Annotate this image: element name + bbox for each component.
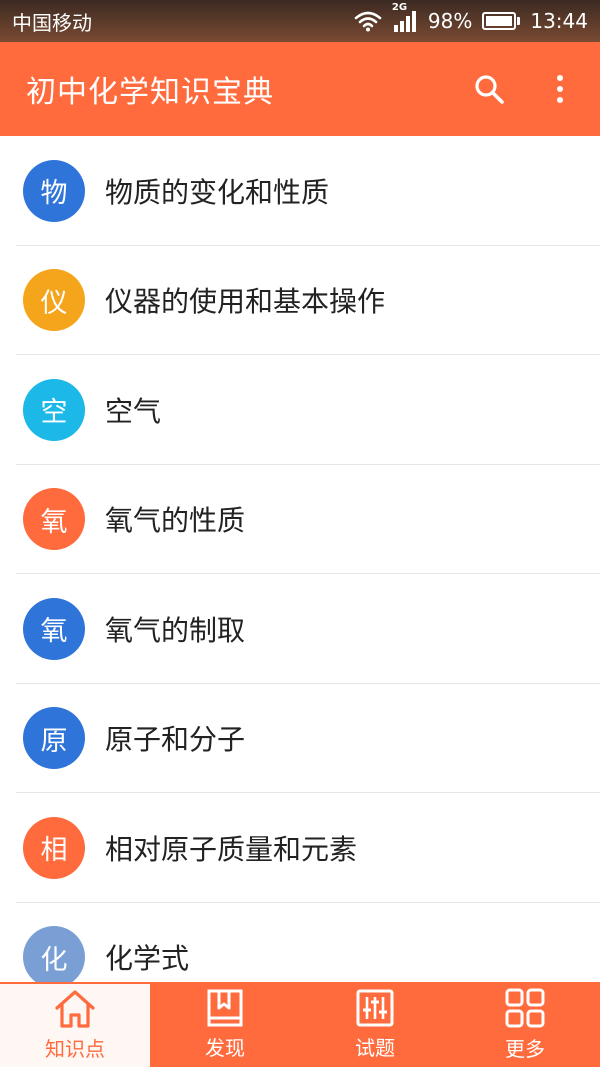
home-icon xyxy=(55,990,95,1028)
topic-label: 氧气的性质 xyxy=(105,504,246,538)
app-title: 初中化学知识宝典 xyxy=(26,75,274,110)
tab-knowledge[interactable]: 知识点 xyxy=(0,982,150,1067)
list-item[interactable]: 相 相对原子质量和元素 xyxy=(0,793,600,903)
list-item[interactable]: 原 原子和分子 xyxy=(0,684,600,794)
carrier-name: 中国移动 xyxy=(12,10,92,35)
list-item[interactable]: 仪 仪器的使用和基本操作 xyxy=(0,246,600,356)
topic-avatar: 相 xyxy=(23,816,85,879)
topic-label: 原子和分子 xyxy=(105,723,246,757)
topic-list: 物 物质的变化和性质 仪 仪器的使用和基本操作 空 空气 氧 氧气的性质 氧 氧… xyxy=(0,136,600,982)
tab-label: 试题 xyxy=(355,1036,395,1060)
tab-label: 知识点 xyxy=(45,1037,105,1061)
clock: 13:44 xyxy=(530,9,588,33)
topic-avatar: 空 xyxy=(23,378,85,441)
list-item[interactable]: 氧 氧气的性质 xyxy=(0,465,600,575)
bottom-nav: 知识点 发现 试题 更多 xyxy=(0,982,600,1067)
topic-label: 仪器的使用和基本操作 xyxy=(105,285,386,319)
list-item[interactable]: 物 物质的变化和性质 xyxy=(0,136,600,246)
signal-icon xyxy=(393,11,416,32)
grid-icon xyxy=(505,988,545,1028)
tab-exercises[interactable]: 试题 xyxy=(300,982,450,1067)
list-item[interactable]: 化 化学式 xyxy=(0,903,600,982)
battery-percent: 98% xyxy=(427,9,473,33)
topic-avatar: 仪 xyxy=(23,269,85,332)
topic-label: 氧气的制取 xyxy=(105,613,246,647)
status-icons: 2G 98% 13:44 xyxy=(354,2,588,33)
topic-avatar: 原 xyxy=(23,707,85,770)
list-item[interactable]: 氧 氧气的制取 xyxy=(0,574,600,684)
topic-avatar: 化 xyxy=(23,926,85,982)
more-vert-icon xyxy=(557,75,563,103)
battery-icon xyxy=(482,12,521,30)
sliders-icon xyxy=(356,989,394,1027)
topic-avatar: 氧 xyxy=(23,488,85,551)
list-item[interactable]: 空 空气 xyxy=(0,355,600,465)
more-options-button[interactable] xyxy=(520,58,600,120)
topic-label: 物质的变化和性质 xyxy=(105,175,330,209)
topic-avatar: 物 xyxy=(23,159,85,222)
search-icon xyxy=(475,75,504,104)
wifi-icon xyxy=(354,11,382,32)
signal-indicator: 2G xyxy=(392,2,418,32)
tab-label: 发现 xyxy=(205,1036,245,1060)
topic-label: 空气 xyxy=(105,394,162,428)
topic-label: 化学式 xyxy=(105,942,190,976)
topic-avatar: 氧 xyxy=(23,597,85,660)
search-button[interactable] xyxy=(458,58,520,120)
status-bar: 中国移动 2G 98% 13:44 xyxy=(0,0,600,42)
tab-more[interactable]: 更多 xyxy=(450,982,600,1067)
tab-label: 更多 xyxy=(505,1037,545,1061)
topic-label: 相对原子质量和元素 xyxy=(105,832,358,866)
tab-discover[interactable]: 发现 xyxy=(150,982,300,1067)
app-bar: 初中化学知识宝典 xyxy=(0,42,600,136)
network-type: 2G xyxy=(391,2,408,13)
book-icon xyxy=(207,989,243,1027)
